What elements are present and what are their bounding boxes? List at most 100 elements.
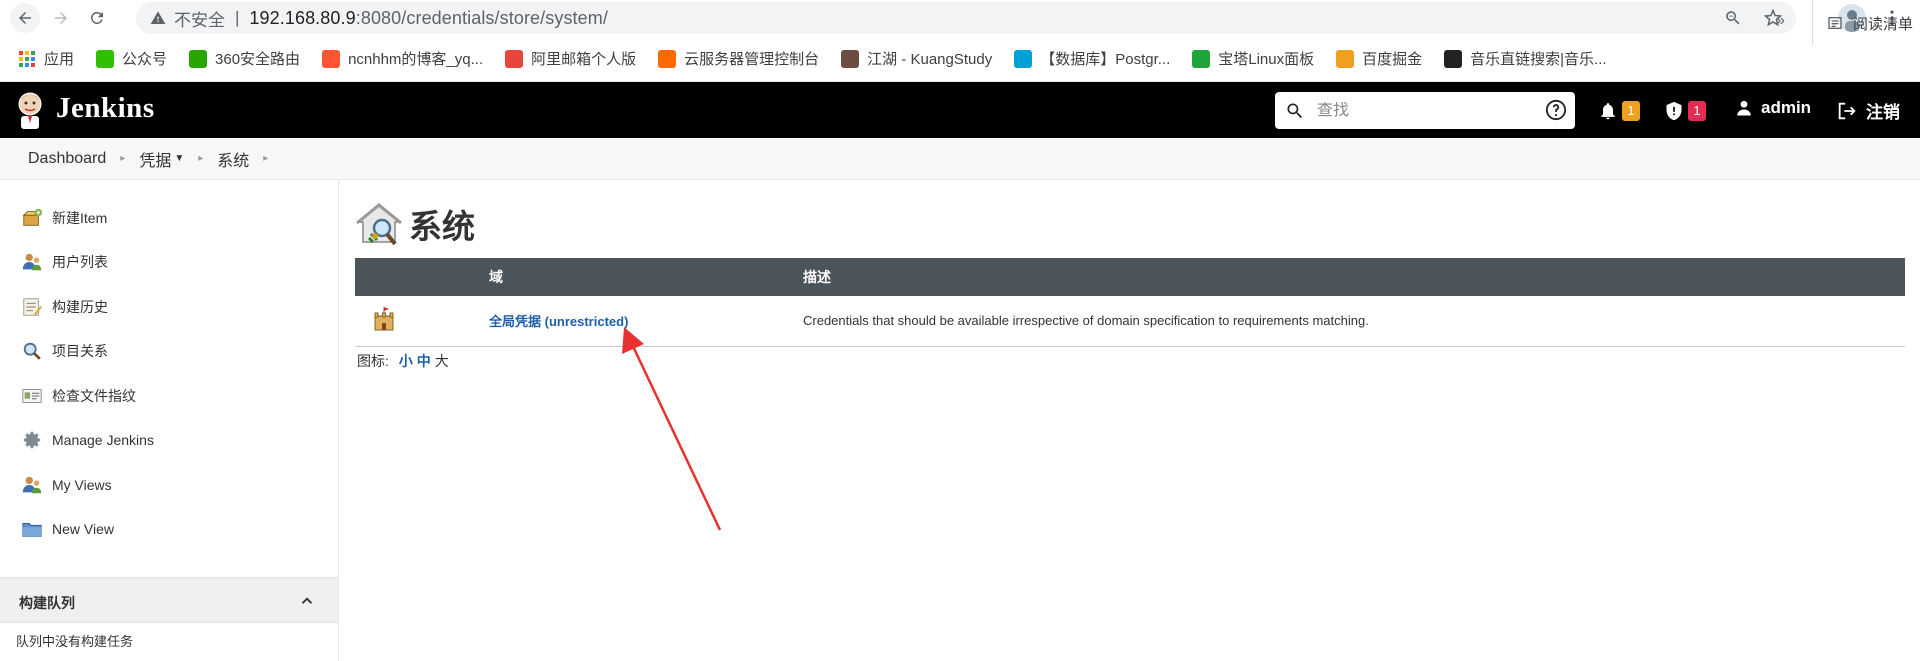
sidebar: 新建Item 用户列表 构建历史 项目关系 检查文件指纹 Manage Jenk… bbox=[0, 180, 339, 661]
url-text: 192.168.80.9:8080/credentials/store/syst… bbox=[249, 8, 608, 29]
sidebar-item-new-item[interactable]: 新建Item bbox=[20, 205, 107, 231]
logout-label: 注销 bbox=[1866, 103, 1900, 122]
bookmark-label: 应用 bbox=[44, 51, 75, 68]
360-icon bbox=[189, 49, 208, 68]
user-icon bbox=[1737, 100, 1751, 116]
sidebar-item-label: New View bbox=[52, 521, 114, 537]
aliyun-icon bbox=[658, 49, 677, 68]
jenkins-title[interactable]: Jenkins bbox=[56, 92, 155, 125]
sidebar-item-label: 构建历史 bbox=[52, 299, 108, 315]
bookmark-label: 江湖 - KuangStudy bbox=[867, 51, 993, 68]
page-title: 系统 bbox=[355, 200, 475, 248]
address-bar[interactable]: 不安全 | 192.168.80.9:8080/credentials/stor… bbox=[136, 2, 1796, 34]
insecure-label: 不安全 bbox=[174, 10, 225, 30]
bookmarks-more-button[interactable]: » bbox=[1776, 12, 1785, 30]
bookmark-item[interactable]: 360安全路由 bbox=[189, 48, 300, 69]
gear-icon bbox=[20, 428, 44, 452]
description-cell: Credentials that should be available irr… bbox=[803, 296, 1905, 347]
reading-list-icon bbox=[1828, 17, 1842, 29]
bookmark-item[interactable]: 音乐直链搜索|音乐... bbox=[1444, 48, 1607, 69]
security-badge: 1 bbox=[1688, 101, 1706, 121]
jenkins-header: Jenkins 1 1 admin 注销 bbox=[0, 82, 1920, 138]
table-row: 全局凭据 (unrestricted) Credentials that sho… bbox=[355, 296, 1905, 347]
forward-button[interactable] bbox=[46, 3, 76, 33]
domain-cell: 全局凭据 (unrestricted) bbox=[489, 296, 803, 347]
bookmark-label: ncnhhm的博客_yq... bbox=[348, 51, 484, 68]
reload-button[interactable] bbox=[82, 3, 112, 33]
bookmark-label: 云服务器管理控制台 bbox=[684, 51, 820, 68]
logout-button[interactable]: 注销 bbox=[1836, 98, 1900, 123]
sidebar-item-manage-jenkins[interactable]: Manage Jenkins bbox=[20, 427, 154, 453]
sidebar-item-label: My Views bbox=[52, 477, 112, 493]
sidebar-item-build-history[interactable]: 构建历史 bbox=[20, 294, 108, 320]
search-input[interactable] bbox=[1317, 101, 1527, 120]
table-header-row: 域 描述 bbox=[355, 258, 1905, 296]
bilibili-icon bbox=[1014, 49, 1033, 68]
breadcrumb-separator: ▸ bbox=[263, 153, 269, 164]
breadcrumb-credentials[interactable]: 凭据 ▼ bbox=[139, 147, 184, 171]
reading-list-button[interactable]: 阅读清单 bbox=[1812, 0, 1913, 46]
caret-down-icon[interactable]: ▼ bbox=[174, 153, 184, 164]
build-history-icon bbox=[20, 295, 44, 319]
icon-size-medium[interactable]: 中 bbox=[417, 353, 431, 369]
search-box bbox=[1275, 92, 1575, 129]
new-item-icon bbox=[20, 206, 44, 230]
reload-icon bbox=[90, 11, 103, 24]
bookmark-item[interactable]: 云服务器管理控制台 bbox=[658, 48, 819, 69]
bookmark-item[interactable]: ncnhhm的博客_yq... bbox=[322, 48, 483, 69]
bookmark-item[interactable]: 宝塔Linux面板 bbox=[1192, 48, 1314, 69]
search-icon bbox=[1287, 103, 1303, 118]
sidebar-item-my-views[interactable]: My Views bbox=[20, 472, 112, 498]
zoom-icon[interactable] bbox=[1724, 9, 1742, 27]
shield-alert-icon bbox=[1666, 101, 1682, 121]
bt-icon bbox=[1192, 49, 1211, 68]
build-queue-empty-message: 队列中没有构建任务 bbox=[16, 634, 134, 649]
users-icon bbox=[20, 473, 44, 497]
column-header-domain[interactable]: 域 bbox=[489, 258, 803, 296]
browser-toolbar: 不安全 | 192.168.80.9:8080/credentials/stor… bbox=[0, 0, 1920, 36]
url-host: 192.168.80.9 bbox=[249, 7, 356, 28]
global-credentials-link[interactable]: 全局凭据 (unrestricted) bbox=[489, 314, 628, 329]
bookmark-label: 阿里邮箱个人版 bbox=[531, 51, 637, 68]
bookmark-item[interactable]: 阿里邮箱个人版 bbox=[505, 48, 636, 69]
bookmark-label: 360安全路由 bbox=[215, 51, 301, 68]
help-icon[interactable] bbox=[1545, 99, 1567, 121]
sidebar-item-users[interactable]: 用户列表 bbox=[20, 249, 108, 275]
bookmark-item[interactable]: 【数据库】Postgr... bbox=[1014, 48, 1170, 69]
domain-icon-cell bbox=[355, 296, 489, 347]
bookmark-label: 宝塔Linux面板 bbox=[1218, 51, 1315, 68]
icon-size-small[interactable]: 小 bbox=[399, 353, 413, 369]
search-magnifier-icon bbox=[20, 339, 44, 363]
sidebar-item-label: 新建Item bbox=[52, 210, 108, 226]
notifications-button[interactable]: 1 bbox=[1598, 100, 1640, 122]
arrow-right-icon bbox=[55, 12, 67, 24]
bookmark-item[interactable]: 应用 bbox=[18, 48, 74, 69]
column-header-icon bbox=[355, 258, 489, 296]
icon-size-large: 大 bbox=[434, 353, 449, 369]
icon-size-selector: 图标: 小中大 bbox=[357, 351, 449, 371]
build-queue-title[interactable]: 构建队列 bbox=[19, 593, 75, 613]
chevron-up-icon[interactable] bbox=[298, 592, 316, 610]
apps-grid-icon bbox=[18, 50, 36, 68]
bookmark-label: 音乐直链搜索|音乐... bbox=[1470, 51, 1607, 68]
sidebar-item-new-view[interactable]: New View bbox=[20, 516, 114, 542]
build-queue-header: 构建队列 bbox=[0, 577, 338, 623]
breadcrumb-dashboard[interactable]: Dashboard bbox=[28, 150, 106, 168]
jenkins-logo-icon[interactable] bbox=[14, 90, 46, 130]
bookmark-item[interactable]: 公众号 bbox=[96, 48, 167, 69]
sidebar-item-project-relations[interactable]: 项目关系 bbox=[20, 338, 108, 364]
column-header-description[interactable]: 描述 bbox=[803, 258, 1905, 296]
bookmark-item[interactable]: 江湖 - KuangStudy bbox=[841, 48, 992, 69]
user-menu[interactable]: admin bbox=[1735, 98, 1811, 118]
logout-icon bbox=[1838, 102, 1856, 119]
bookmark-item[interactable]: 百度掘金 bbox=[1336, 48, 1422, 69]
url-path: :8080/credentials/store/system/ bbox=[355, 7, 608, 28]
back-button[interactable] bbox=[10, 3, 40, 33]
wechat-icon bbox=[96, 49, 115, 68]
sidebar-item-fingerprint[interactable]: 检查文件指纹 bbox=[20, 383, 136, 409]
breadcrumb-system[interactable]: 系统 bbox=[217, 147, 249, 171]
page-title-text: 系统 bbox=[409, 208, 475, 245]
bookmarks-bar: 应用 公众号 360安全路由 ncnhhm的博客_yq... 阿里邮箱个人版 云服务器管理… bbox=[0, 36, 1920, 82]
security-alerts-button[interactable]: 1 bbox=[1664, 100, 1706, 122]
bookmark-label: 公众号 bbox=[122, 51, 168, 68]
